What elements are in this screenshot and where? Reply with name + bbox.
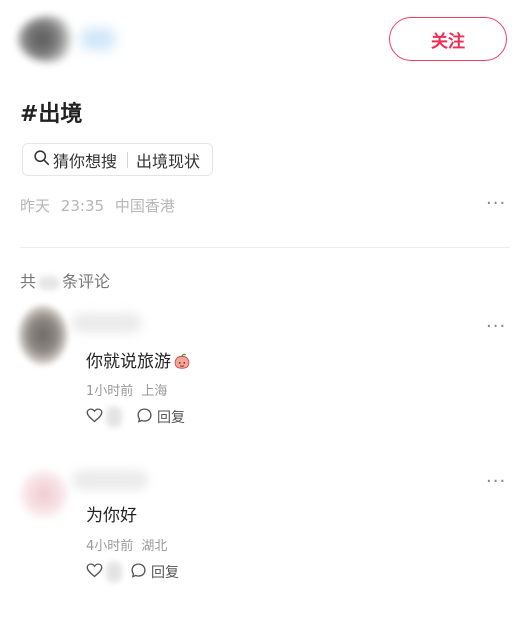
reply-button[interactable]: 回复 [130,562,179,583]
comment-location: 湖北 [141,539,168,554]
like-count-blurred [106,561,122,583]
post-location: 中国香港 [114,197,175,215]
reply-label: 回复 [157,410,185,426]
peach-face-icon [173,353,191,371]
comment-actions: 回复 [86,561,179,583]
comment-bubble-icon [130,562,151,583]
count-suffix: 条评论 [62,272,111,291]
divider [20,247,510,248]
search-chip-label: 猜你想搜 [53,151,118,171]
commenter-name[interactable] [72,313,142,333]
follow-button[interactable]: 关注 [389,17,507,61]
author-name[interactable] [80,28,116,50]
heart-icon[interactable] [86,407,103,428]
chip-divider [127,151,129,168]
heart-icon[interactable] [86,562,103,583]
comment-time: 1小时前 [86,384,134,399]
comment-location: 上海 [141,384,168,399]
comment-meta: 1小时前 上海 [86,380,167,399]
comment-count: 共 条评论 [20,268,110,292]
more-dots-icon[interactable]: ··· [486,193,506,214]
search-icon [33,149,53,170]
reply-button[interactable]: 回复 [136,407,185,428]
post-tag[interactable]: #出境 [20,96,82,128]
comment-text: 你就说旅游 [86,347,191,372]
commenter-avatar[interactable] [18,305,68,365]
search-chip-query: 出境现状 [136,151,201,171]
commenter-name[interactable] [72,470,148,490]
more-dots-icon[interactable]: ··· [486,316,506,337]
comment-actions: 回复 [86,406,185,428]
post-time: 23:35 [60,197,105,215]
post-date: 昨天 [20,197,51,215]
post-meta: 昨天 23:35 中国香港 [20,195,175,216]
comment-meta: 4小时前 湖北 [86,535,167,554]
comment-time: 4小时前 [86,539,134,554]
reply-label: 回复 [151,565,179,581]
comment-bubble-icon [136,407,157,428]
comment-text-content: 你就说旅游 [86,352,171,372]
comment-text: 为你好 [86,506,137,526]
more-dots-icon[interactable]: ··· [486,471,506,492]
commenter-avatar[interactable] [18,466,70,522]
search-suggestion-chip[interactable]: 猜你想搜 出境现状 [22,143,214,176]
count-value-blurred [38,275,61,290]
author-avatar[interactable] [18,16,78,62]
count-prefix: 共 [20,272,37,291]
like-count-blurred [106,406,122,428]
